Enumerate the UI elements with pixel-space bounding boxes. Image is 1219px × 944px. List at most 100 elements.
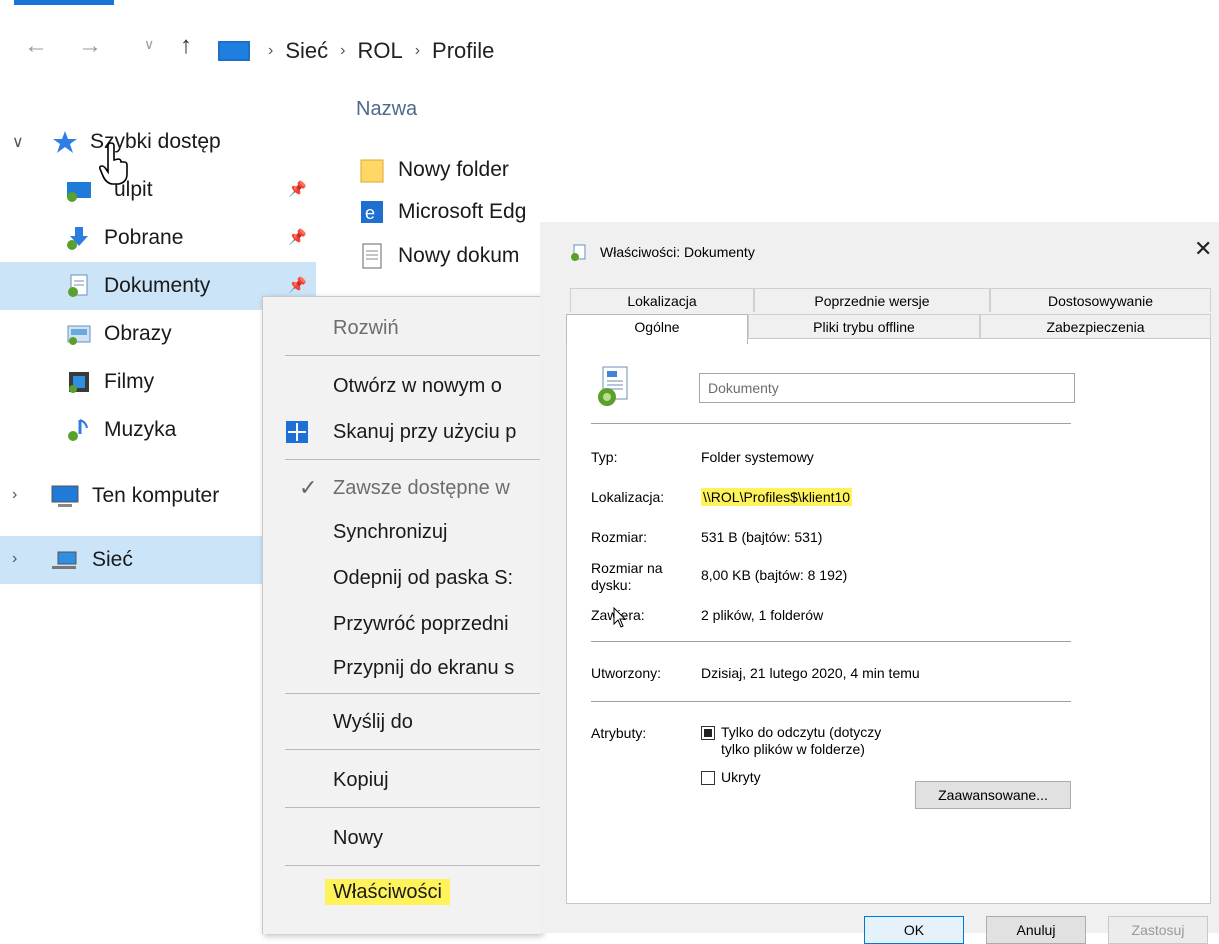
ribbon-tab-accent: [14, 0, 114, 5]
file-item[interactable]: e Microsoft Edg: [360, 194, 526, 230]
pictures-icon: [66, 322, 92, 346]
readonly-label-line2: tylko plików w folderze): [721, 741, 865, 757]
apply-button[interactable]: Zastosuj: [1108, 916, 1208, 944]
disk-size-label-line2: dysku:: [591, 577, 632, 593]
general-tab-panel: Dokumenty Typ: Folder systemowy Lokaliza…: [566, 338, 1211, 904]
size-label: Rozmiar:: [591, 529, 648, 545]
breadcrumb-separator-icon[interactable]: ›: [268, 42, 273, 60]
context-menu: Rozwiń Otwórz w nowym o Skanuj przy użyc…: [262, 296, 541, 934]
up-arrow-icon[interactable]: ↑: [180, 32, 192, 60]
created-label: Utworzony:: [591, 665, 662, 681]
hidden-label: Ukryty: [721, 769, 761, 785]
tab-lokalizacja[interactable]: Lokalizacja: [570, 288, 754, 312]
separator: [591, 641, 1071, 642]
menu-separator: [285, 807, 541, 808]
expand-chevron-icon[interactable]: ›: [12, 550, 17, 568]
tab-poprzednie-wersje[interactable]: Poprzednie wersje: [754, 288, 990, 312]
tab-zabezpieczenia[interactable]: Zabezpieczenia: [980, 314, 1211, 338]
created-value: Dzisiaj, 21 lutego 2020, 4 min temu: [701, 665, 920, 681]
arrow-cursor-icon: [613, 607, 627, 628]
cancel-button[interactable]: Anuluj: [986, 916, 1086, 944]
desktop-icon: [66, 178, 92, 202]
folder-name-input[interactable]: Dokumenty: [699, 373, 1075, 403]
nav-label: Dokumenty: [104, 274, 211, 297]
menu-item-send-to[interactable]: Wyślij do: [333, 711, 413, 734]
menu-item-copy[interactable]: Kopiuj: [333, 769, 389, 792]
svg-text:e: e: [365, 203, 375, 223]
size-value: 531 B (bajtów: 531): [701, 529, 823, 545]
menu-item-always-available[interactable]: Zawsze dostępne w: [333, 477, 510, 500]
tab-dostosowywanie[interactable]: Dostosowywanie: [990, 288, 1211, 312]
nav-label: Ten komputer: [92, 484, 220, 507]
menu-item-pin-start[interactable]: Przypnij do ekranu s: [333, 657, 514, 680]
menu-item-unpin-taskbar[interactable]: Odepnij od paska S:: [333, 567, 513, 590]
nav-label: Filmy: [104, 370, 155, 393]
menu-item-scan[interactable]: Skanuj przy użyciu p: [333, 421, 516, 444]
file-item[interactable]: Nowy dokum: [360, 238, 519, 274]
nav-item-quick-access[interactable]: ∨ Szybki dostęp: [0, 118, 316, 166]
breadcrumb-siec[interactable]: Sieć: [285, 38, 328, 64]
pin-icon[interactable]: 📌: [288, 276, 307, 294]
location-text: \\ROL\Profiles$\klient10: [701, 488, 853, 506]
menu-item-synchronize[interactable]: Synchronizuj: [333, 521, 448, 544]
menu-separator: [285, 459, 541, 460]
name-column-header[interactable]: Nazwa: [356, 98, 417, 121]
close-icon[interactable]: ✕: [1194, 236, 1212, 262]
file-item[interactable]: Nowy folder: [360, 152, 509, 188]
pin-icon[interactable]: 📌: [288, 180, 307, 198]
star-icon: [52, 130, 78, 154]
network-icon: [50, 548, 80, 572]
menu-item-properties[interactable]: Właściwości: [325, 879, 450, 905]
type-label: Typ:: [591, 449, 618, 465]
disk-size-label-line1: Rozmiar na: [591, 560, 663, 576]
menu-separator: [285, 749, 541, 750]
documents-icon: [595, 365, 631, 412]
file-name: Nowy folder: [398, 158, 509, 181]
breadcrumb-rol[interactable]: ROL: [357, 38, 402, 64]
this-pc-icon: [218, 41, 250, 61]
breadcrumb-separator-icon[interactable]: ›: [340, 42, 345, 60]
computer-icon: [50, 484, 80, 508]
advanced-button[interactable]: Zaawansowane...: [915, 781, 1071, 809]
menu-item-expand[interactable]: Rozwiń: [333, 317, 399, 340]
ok-button[interactable]: OK: [864, 916, 964, 944]
breadcrumb-separator-icon[interactable]: ›: [415, 42, 420, 60]
readonly-label-line1: Tylko do odczytu (dotyczy: [721, 724, 882, 740]
tab-ogolne[interactable]: Ogólne: [566, 314, 748, 344]
documents-icon: [66, 274, 92, 298]
file-name: Nowy dokum: [398, 244, 520, 267]
nav-item-downloads[interactable]: Pobrane 📌: [0, 214, 316, 262]
forward-arrow-icon[interactable]: →: [78, 32, 102, 60]
back-arrow-icon[interactable]: ←: [24, 32, 48, 60]
menu-item-label: Właściwości: [325, 879, 450, 905]
recent-locations-chevron-icon[interactable]: ∨: [144, 36, 154, 53]
disk-size-value: 8,00 KB (bajtów: 8 192): [701, 567, 848, 583]
nav-label: Muzyka: [104, 418, 177, 441]
file-name: Microsoft Edg: [398, 200, 527, 223]
file-explorer-window: ← → ∨ ↑ › Sieć › ROL › Profile ∨ Szybki …: [0, 0, 541, 934]
menu-separator: [285, 355, 541, 356]
videos-icon: [66, 370, 92, 394]
attributes-label: Atrybuty:: [591, 725, 647, 741]
menu-item-open-new-window[interactable]: Otwórz w nowym o: [333, 375, 502, 398]
separator: [591, 701, 1071, 702]
menu-item-new[interactable]: Nowy: [333, 827, 383, 850]
documents-icon: [570, 244, 588, 265]
nav-label: Pobrane: [104, 226, 184, 249]
music-icon: [66, 418, 92, 442]
nav-label: ulpit: [114, 178, 153, 201]
hidden-checkbox[interactable]: [701, 771, 715, 785]
expand-chevron-icon[interactable]: ›: [12, 486, 17, 504]
properties-dialog: Właściwości: Dokumenty ✕ Lokalizacja Pop…: [540, 222, 1219, 944]
folder-icon: [360, 157, 384, 183]
pin-icon[interactable]: 📌: [288, 228, 307, 246]
location-value: \\ROL\Profiles$\klient10: [701, 488, 853, 506]
breadcrumb-profile[interactable]: Profile: [432, 38, 494, 64]
address-bar[interactable]: › Sieć › ROL › Profile: [218, 34, 540, 68]
edge-icon: e: [360, 199, 384, 225]
readonly-checkbox[interactable]: [701, 726, 715, 740]
menu-item-restore-previous[interactable]: Przywróć poprzedni: [333, 613, 509, 636]
tab-pliki-offline[interactable]: Pliki trybu offline: [748, 314, 980, 338]
nav-item-desktop[interactable]: ulpit 📌: [0, 166, 316, 214]
expand-chevron-icon[interactable]: ∨: [12, 132, 24, 152]
